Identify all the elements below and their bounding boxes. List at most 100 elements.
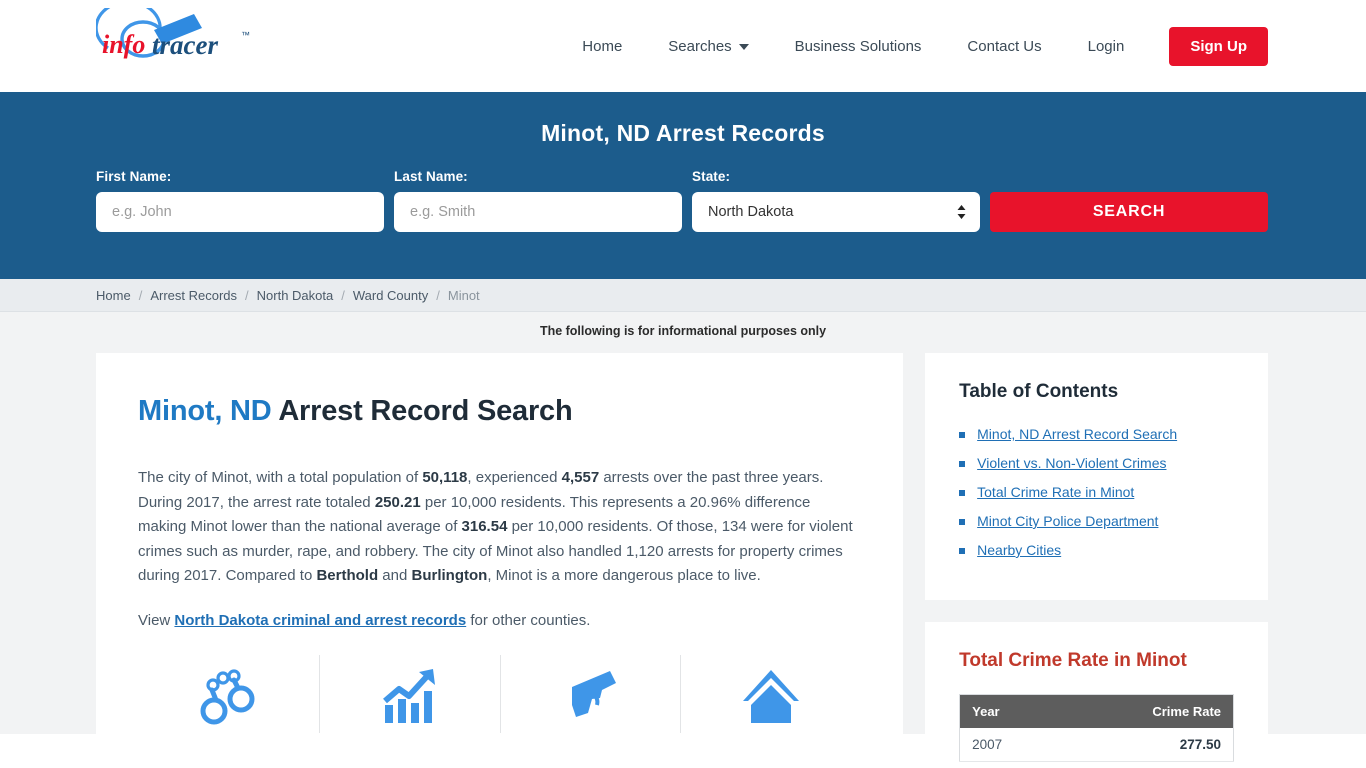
category-cell-arrests[interactable] (138, 659, 319, 729)
svg-text:info: info (102, 30, 145, 59)
toc-link-nearby-cities[interactable]: Nearby Cities (977, 541, 1061, 560)
breadcrumb-separator: / (341, 287, 345, 303)
breadcrumb-item-north-dakota[interactable]: North Dakota (257, 288, 334, 303)
toc-link-violent-vs-nonviolent[interactable]: Violent vs. Non-Violent Crimes (977, 454, 1166, 473)
infotracer-logo[interactable]: info tracer ™ (96, 8, 271, 84)
list-item[interactable]: Minot City Police Department (959, 512, 1234, 531)
handgun-icon (571, 671, 616, 717)
p1-city-berthold: Berthold (316, 567, 379, 584)
breadcrumb-item-minot: Minot (447, 287, 480, 303)
column-header-year: Year (959, 694, 1061, 728)
breadcrumb-separator: / (436, 287, 440, 303)
site-header: info tracer ™ Home Searches Business Sol… (0, 0, 1366, 92)
p1-t2: , experienced (467, 469, 562, 486)
trending-chart-icon (383, 669, 436, 723)
search-button[interactable]: SEARCH (990, 192, 1268, 232)
first-name-label: First Name: (96, 169, 172, 184)
crime-table-head: Year Crime Rate (959, 694, 1234, 728)
column-header-crime-rate: Crime Rate (1060, 694, 1234, 728)
sidebar: Table of Contents Minot, ND Arrest Recor… (925, 353, 1268, 762)
toc-link-total-crime-rate[interactable]: Total Crime Rate in Minot (977, 483, 1134, 502)
nav-item-business-solutions[interactable]: Business Solutions (772, 38, 945, 55)
bullet-icon (959, 461, 966, 467)
chevron-down-icon (738, 44, 749, 50)
nav-item-home[interactable]: Home (559, 38, 645, 55)
arrest-search-form: First Name: Last Name: State: North Dako… (96, 169, 1268, 232)
informational-notice: The following is for informational purpo… (539, 324, 827, 338)
svg-text:tracer: tracer (152, 30, 218, 60)
content-columns: Minot, ND Arrest Record Search The city … (96, 353, 1268, 762)
article-paragraph-view-link: View North Dakota criminal and arrest re… (138, 609, 861, 634)
toc-title: Table of Contents (959, 381, 1119, 402)
nav-item-contact-us[interactable]: Contact Us (944, 38, 1064, 55)
p1-t7: , Minot is a more dangerous place to liv… (487, 567, 761, 584)
bullet-icon (959, 548, 966, 554)
crime-table-body: 2007 277.50 (959, 728, 1234, 762)
article-title-city: Minot (138, 395, 215, 427)
breadcrumb-separator: / (138, 287, 143, 303)
total-crime-rate-card: Total Crime Rate in Minot Year Crime Rat… (925, 622, 1268, 762)
sign-up-button[interactable]: Sign Up (1169, 26, 1268, 66)
nav-label: Searches (668, 37, 732, 55)
state-select-wrapper: North Dakota (692, 192, 980, 232)
table-of-contents-card: Table of Contents Minot, ND Arrest Recor… (925, 353, 1268, 600)
article-title-comma: , (214, 395, 223, 427)
p1-arrests: 4,557 (561, 469, 600, 486)
page-title: Minot, ND Arrest Records (541, 120, 825, 146)
search-hero: Minot, ND Arrest Records First Name: Las… (0, 92, 1366, 279)
breadcrumb: Home / Arrest Records / North Dakota / W… (0, 279, 1366, 312)
first-name-input[interactable] (96, 192, 384, 232)
crime-rate-table: Year Crime Rate 2007 277.50 (959, 694, 1234, 762)
bullet-icon (959, 519, 966, 525)
nav-item-searches[interactable]: Searches (645, 38, 771, 55)
list-item[interactable]: Nearby Cities (959, 541, 1234, 560)
p1-t6: and (378, 567, 412, 584)
nav-label: Business Solutions (794, 37, 922, 55)
bullet-icon (959, 432, 966, 438)
breadcrumb-separator: / (245, 287, 249, 303)
state-select[interactable]: North Dakota (692, 192, 980, 232)
p1-t1: The city of Minot, with a total populati… (138, 469, 423, 486)
toc-link-police-department[interactable]: Minot City Police Department (977, 512, 1158, 531)
p1-national-average: 316.54 (461, 518, 508, 535)
article-title-state: ND (230, 395, 272, 427)
table-header-row: Year Crime Rate (959, 694, 1234, 728)
main-navigation: Home Searches Business Solutions Contact… (559, 0, 1268, 92)
svg-text:™: ™ (241, 30, 250, 40)
page-body: The following is for informational purpo… (0, 312, 1366, 762)
handcuffs-icon (200, 669, 255, 725)
p2-post: for other counties. (466, 611, 591, 629)
logo-svg: info tracer ™ (96, 8, 250, 60)
nav-label: Login (1087, 37, 1125, 55)
nav-label: Contact Us (967, 37, 1042, 55)
list-item[interactable]: Total Crime Rate in Minot (959, 483, 1234, 502)
category-cell-crime-trend[interactable] (318, 655, 500, 733)
toc-link-arrest-record-search[interactable]: Minot, ND Arrest Record Search (977, 425, 1177, 444)
list-item[interactable]: Violent vs. Non-Violent Crimes (959, 454, 1234, 473)
category-cell-violent-crime[interactable] (499, 655, 681, 733)
article-paragraph-stats: The city of Minot, with a total populati… (138, 466, 861, 589)
main-content-card: Minot, ND Arrest Record Search The city … (96, 353, 904, 762)
toc-list: Minot, ND Arrest Record Search Violent v… (959, 425, 1234, 560)
cell-year: 2007 (959, 728, 1061, 762)
p1-arrest-rate: 250.21 (374, 493, 421, 511)
category-cell-property-crime[interactable] (680, 655, 861, 733)
last-name-label: Last Name: (394, 169, 468, 184)
house-icon (742, 670, 799, 723)
category-icon-row (138, 655, 861, 733)
nav-item-login[interactable]: Login (1065, 38, 1148, 55)
nav-label: Home (582, 37, 623, 55)
p1-city-burlington: Burlington (411, 567, 488, 584)
breadcrumb-item-ward-county[interactable]: Ward County (353, 288, 428, 303)
breadcrumb-item-arrest-records[interactable]: Arrest Records (150, 288, 237, 303)
p1-population: 50,118 (422, 469, 468, 486)
breadcrumb-item-home[interactable]: Home (96, 288, 131, 303)
last-name-field-group: Last Name: (394, 169, 682, 232)
state-field-group: State: North Dakota (692, 169, 980, 232)
article-title-rest: Arrest Record Search (278, 395, 573, 427)
p2-pre: View (138, 611, 175, 629)
bullet-icon (959, 490, 966, 496)
north-dakota-records-link[interactable]: North Dakota criminal and arrest records (174, 612, 466, 629)
list-item[interactable]: Minot, ND Arrest Record Search (959, 425, 1234, 444)
last-name-input[interactable] (394, 192, 682, 232)
